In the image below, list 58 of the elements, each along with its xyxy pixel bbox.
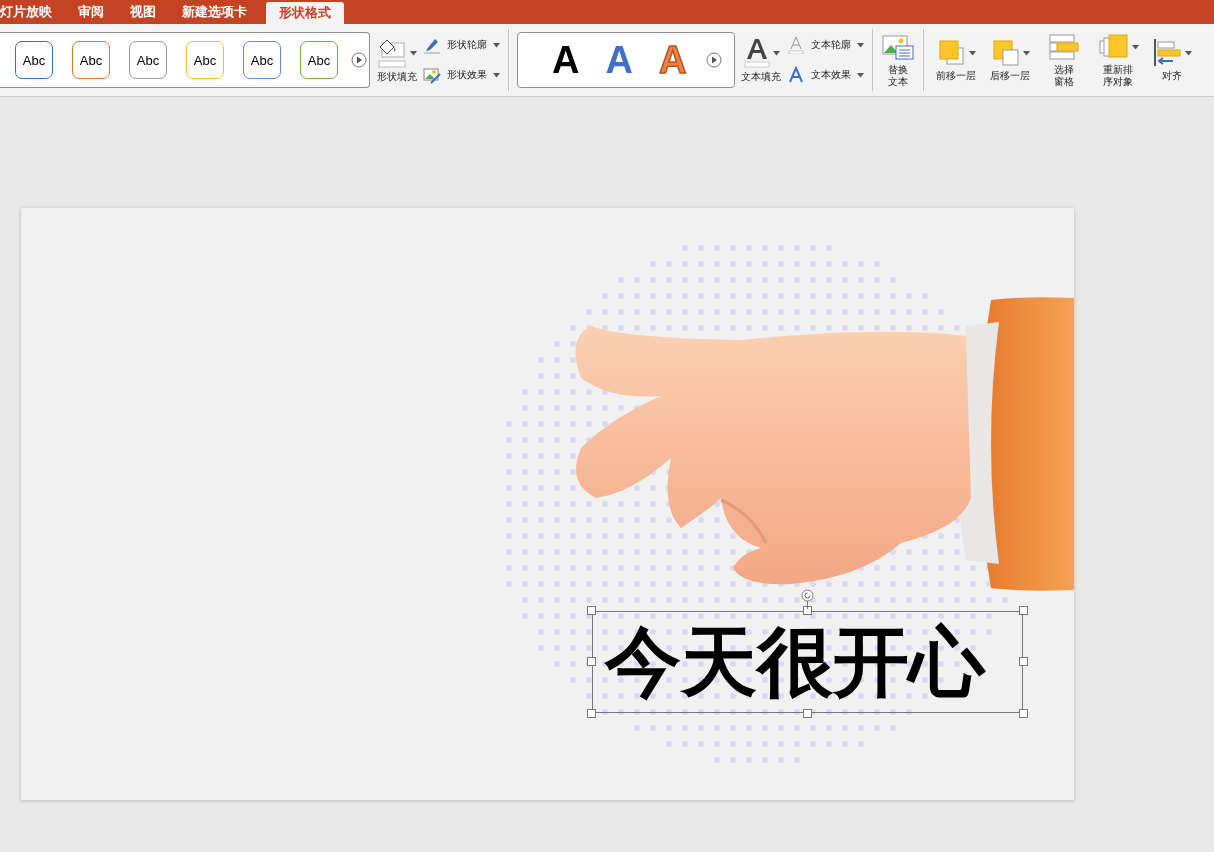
caret-icon — [968, 50, 976, 56]
caret-icon — [857, 72, 864, 78]
resize-handle[interactable] — [587, 606, 596, 615]
arrange-button[interactable]: 前移一层 — [932, 38, 980, 82]
shape-style-swatch[interactable]: Abc — [243, 41, 281, 79]
alt-text-icon — [881, 32, 915, 62]
shape-style-swatch[interactable]: Abc — [186, 41, 224, 79]
letter-a-icon — [742, 37, 771, 69]
caret-icon — [410, 50, 417, 56]
resize-handle[interactable] — [803, 709, 812, 718]
send-backward-icon — [990, 38, 1021, 68]
caret-icon — [493, 72, 500, 78]
pencil-icon — [423, 36, 441, 54]
outlined-letter-icon — [787, 36, 805, 54]
arrange-button[interactable]: 后移一层 — [986, 38, 1034, 82]
caret-icon — [1131, 44, 1139, 50]
caret-icon — [857, 42, 864, 48]
glowing-letter-icon — [787, 66, 805, 84]
rotate-handle-icon[interactable] — [801, 589, 814, 609]
wordart-style[interactable]: A — [605, 38, 633, 82]
resize-handle[interactable] — [803, 606, 812, 615]
shape-style-swatch[interactable]: Abc — [72, 41, 110, 79]
selection-pane-icon — [1048, 32, 1080, 62]
ribbon-tab[interactable]: 灯片放映 — [0, 0, 65, 24]
shape-fill-button[interactable]: 形状填充 — [376, 37, 417, 83]
gallery-more-icon[interactable] — [706, 52, 723, 68]
caret-icon — [1184, 50, 1192, 56]
arrange-button[interactable]: 重新排序对象 — [1094, 32, 1142, 88]
alt-text-button[interactable]: 替换文本 — [881, 32, 915, 88]
shape-style-swatch[interactable]: Abc — [15, 41, 53, 79]
align-icon — [1152, 38, 1183, 68]
ribbon-tab[interactable]: 视图 — [117, 0, 169, 24]
text-command-button[interactable]: 文本效果 — [787, 66, 864, 84]
ribbon-tab[interactable]: 审阅 — [65, 0, 117, 24]
resize-handle[interactable] — [1019, 709, 1028, 718]
resize-handle[interactable] — [587, 657, 596, 666]
resize-handle[interactable] — [1019, 606, 1028, 615]
caret-icon — [1022, 50, 1030, 56]
paint-bucket-icon — [376, 37, 408, 69]
slide-title: 今天很开心 — [605, 618, 985, 706]
shape-style-swatch[interactable]: Abc — [300, 41, 338, 79]
resize-handle[interactable] — [1019, 657, 1028, 666]
arrange-button[interactable]: 对齐 — [1148, 38, 1196, 82]
shape-command-button[interactable]: 形状轮廓 — [423, 36, 500, 54]
shape-command-button[interactable]: 形状效果 — [423, 66, 500, 84]
text-command-button[interactable]: 文本轮廓 — [787, 36, 864, 54]
arrange-button[interactable]: 选择窗格 — [1040, 32, 1088, 88]
ribbon-tab[interactable]: 新建选项卡 — [169, 0, 260, 24]
picture-effects-icon — [423, 66, 441, 84]
wordart-style[interactable]: A — [552, 38, 580, 82]
resize-handle[interactable] — [587, 709, 596, 718]
caret-icon — [493, 42, 500, 48]
ribbon-tab[interactable]: 形状格式 — [266, 2, 344, 24]
shape-style-swatch[interactable]: Abc — [129, 41, 167, 79]
gallery-more-icon[interactable] — [351, 52, 367, 68]
caret-icon — [772, 50, 780, 56]
text-fill-button[interactable]: 文本填充 — [741, 37, 781, 83]
bring-forward-icon — [936, 38, 967, 68]
